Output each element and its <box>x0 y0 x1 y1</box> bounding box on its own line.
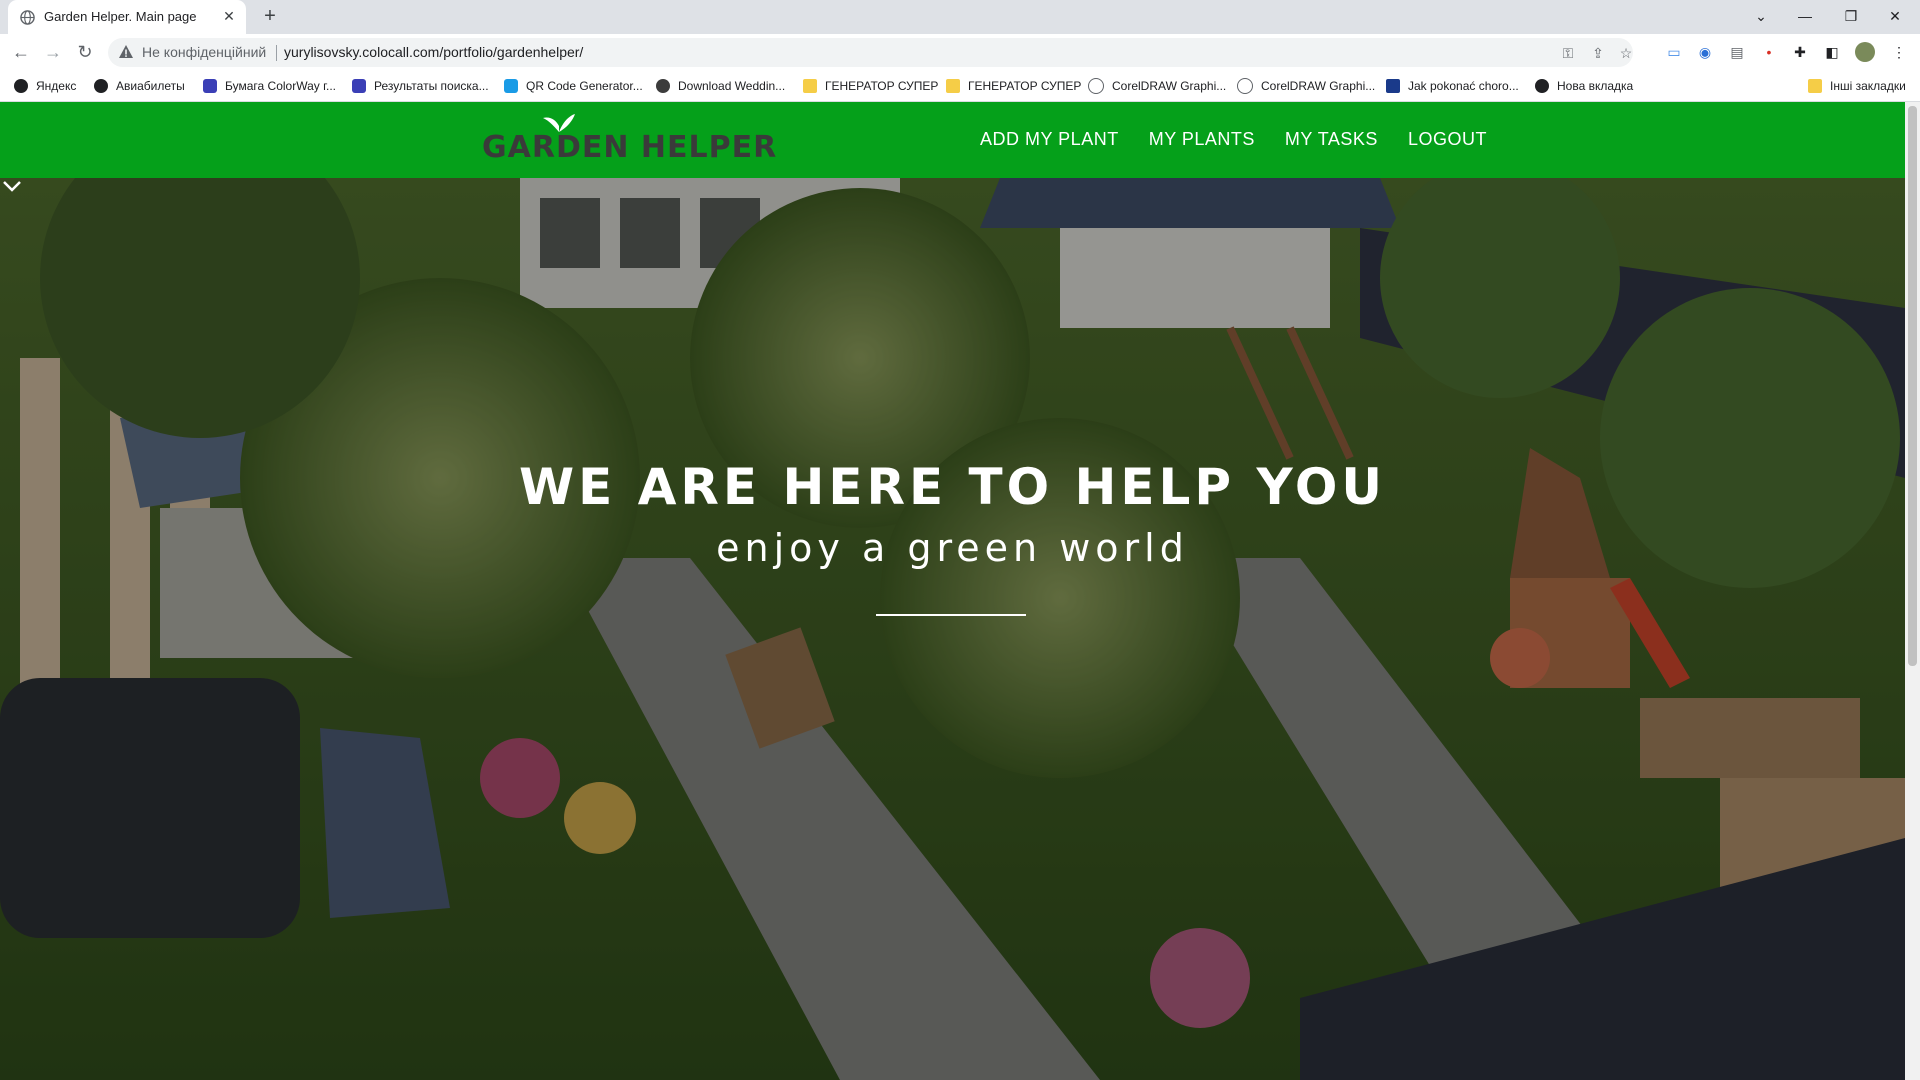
page-scrollbar[interactable] <box>1905 102 1920 1080</box>
other-bookmarks-label: Інші закладки <box>1830 79 1906 93</box>
share-icon[interactable]: ⇪ <box>1589 44 1607 62</box>
profile-avatar[interactable] <box>1855 42 1875 62</box>
side-panel-icon[interactable]: ◧ <box>1823 43 1841 61</box>
hero-divider <box>876 614 1026 616</box>
bookmark-label: Яндекс <box>36 79 77 93</box>
folder-icon <box>1808 79 1822 93</box>
qr-icon <box>504 79 518 93</box>
bookmark-folder[interactable]: ГЕНЕРАТОР СУПЕР <box>946 77 1081 95</box>
browser-toolbar: ← → ↻ Не конфіденційний yurylisovsky.col… <box>0 34 1920 70</box>
bookmark-label: Результаты поиска... <box>374 79 489 93</box>
chevron-down-icon[interactable] <box>0 178 24 194</box>
hero-overlay <box>0 178 1905 1080</box>
globe-icon <box>14 79 28 93</box>
bookmarks-bar: Яндекс Авиабилеты Бумага ColorWay г... Р… <box>0 70 1920 102</box>
url-text[interactable]: yurylisovsky.colocall.com/portfolio/gard… <box>284 44 583 60</box>
scrollbar-thumb[interactable] <box>1908 106 1917 666</box>
folder-icon <box>803 79 817 93</box>
restore-button[interactable]: ❐ <box>1838 4 1864 28</box>
bookmark-label: QR Code Generator... <box>526 79 643 93</box>
bookmark-label: Бумага ColorWay г... <box>225 79 336 93</box>
back-button[interactable]: ← <box>9 40 33 64</box>
bookmark-item[interactable]: Бумага ColorWay г... <box>203 77 336 95</box>
bookmark-item[interactable]: Download Weddin... <box>656 77 785 95</box>
bookmark-item[interactable]: Результаты поиска... <box>352 77 489 95</box>
reload-button[interactable]: ↻ <box>73 40 97 64</box>
bookmark-item[interactable]: Яндекс <box>14 77 76 95</box>
globe-icon <box>1535 79 1549 93</box>
new-tab-button[interactable]: + <box>259 6 281 28</box>
star-badge-icon <box>656 79 670 93</box>
extension-screen-icon[interactable]: ▭ <box>1665 43 1683 61</box>
bookmark-folder[interactable]: ГЕНЕРАТОР СУПЕР <box>803 77 938 95</box>
bookmark-item[interactable]: CorelDRAW Graphi... <box>1088 77 1226 95</box>
page-viewport: GARDEN HELPER ADD MY PLANT MY PLANTS MY … <box>0 102 1905 1080</box>
star-outline-icon <box>1088 78 1104 94</box>
bookmark-star-icon[interactable]: ☆ <box>1617 44 1635 62</box>
nav-my-tasks[interactable]: MY TASKS <box>1285 129 1378 150</box>
nav-logout[interactable]: LOGOUT <box>1408 129 1487 150</box>
colorway-icon <box>203 79 217 93</box>
anchor-icon <box>1386 79 1400 93</box>
main-nav: ADD MY PLANT MY PLANTS MY TASKS LOGOUT <box>980 129 1517 150</box>
minimize-button[interactable]: — <box>1792 4 1818 28</box>
nav-add-my-plant[interactable]: ADD MY PLANT <box>980 129 1119 150</box>
security-label[interactable]: Не конфіденційний <box>142 44 266 60</box>
hero-title: WE ARE HERE TO HELP YOU <box>519 458 1386 516</box>
extension-code-icon[interactable]: ▤ <box>1728 43 1746 61</box>
key-icon[interactable]: ⚿ <box>1559 44 1577 62</box>
tab-search-icon[interactable]: ⌄ <box>1748 4 1774 28</box>
bookmark-label: Jak pokonać choro... <box>1408 79 1519 93</box>
star-outline-icon <box>1237 78 1253 94</box>
address-bar[interactable]: Не конфіденційний yurylisovsky.colocall.… <box>108 38 1633 67</box>
site-header: GARDEN HELPER ADD MY PLANT MY PLANTS MY … <box>0 102 1905 178</box>
tab-strip: Garden Helper. Main page ✕ + ⌄ — ❐ ✕ <box>0 0 1920 34</box>
close-tab-icon[interactable]: ✕ <box>220 7 238 25</box>
bookmark-label: ГЕНЕРАТОР СУПЕР <box>968 79 1082 93</box>
bookmark-label: Авиабилеты <box>116 79 185 93</box>
bookmark-item[interactable]: CorelDRAW Graphi... <box>1237 77 1375 95</box>
menu-kebab-icon[interactable]: ⋮ <box>1890 43 1908 61</box>
globe-icon <box>94 79 108 93</box>
site-logo[interactable]: GARDEN HELPER <box>482 112 776 168</box>
browser-tab[interactable]: Garden Helper. Main page ✕ <box>8 0 246 34</box>
bookmark-label: CorelDRAW Graphi... <box>1112 79 1227 93</box>
tab-title: Garden Helper. Main page <box>44 9 197 24</box>
bookmark-label: CorelDRAW Graphi... <box>1261 79 1376 93</box>
bookmark-item[interactable]: Нова вкладка <box>1535 77 1633 95</box>
close-window-button[interactable]: ✕ <box>1882 4 1908 28</box>
logo-text: GARDEN HELPER <box>482 130 778 165</box>
bookmark-label: ГЕНЕРАТОР СУПЕР <box>825 79 939 93</box>
warning-icon <box>119 45 133 58</box>
extensions-puzzle-icon[interactable]: ✚ <box>1791 43 1809 61</box>
bookmark-item[interactable]: QR Code Generator... <box>504 77 643 95</box>
bookmark-item[interactable]: Jak pokonać choro... <box>1386 77 1519 95</box>
omnibox-divider <box>276 45 277 61</box>
bookmark-item[interactable]: Авиабилеты <box>94 77 185 95</box>
bookmark-label: Download Weddin... <box>678 79 786 93</box>
bookmark-label: Нова вкладка <box>1557 79 1634 93</box>
hero-subtitle: enjoy a green world <box>716 526 1189 570</box>
hero-section: WE ARE HERE TO HELP YOU enjoy a green wo… <box>0 178 1905 1080</box>
globe-icon <box>20 10 35 25</box>
colorway-icon <box>352 79 366 93</box>
folder-icon <box>946 79 960 93</box>
other-bookmarks[interactable]: Інші закладки <box>1808 77 1906 95</box>
extension-record-icon[interactable]: • <box>1760 43 1778 61</box>
extension-shield-icon[interactable]: ◉ <box>1696 43 1714 61</box>
forward-button[interactable]: → <box>41 40 65 64</box>
nav-my-plants[interactable]: MY PLANTS <box>1149 129 1255 150</box>
